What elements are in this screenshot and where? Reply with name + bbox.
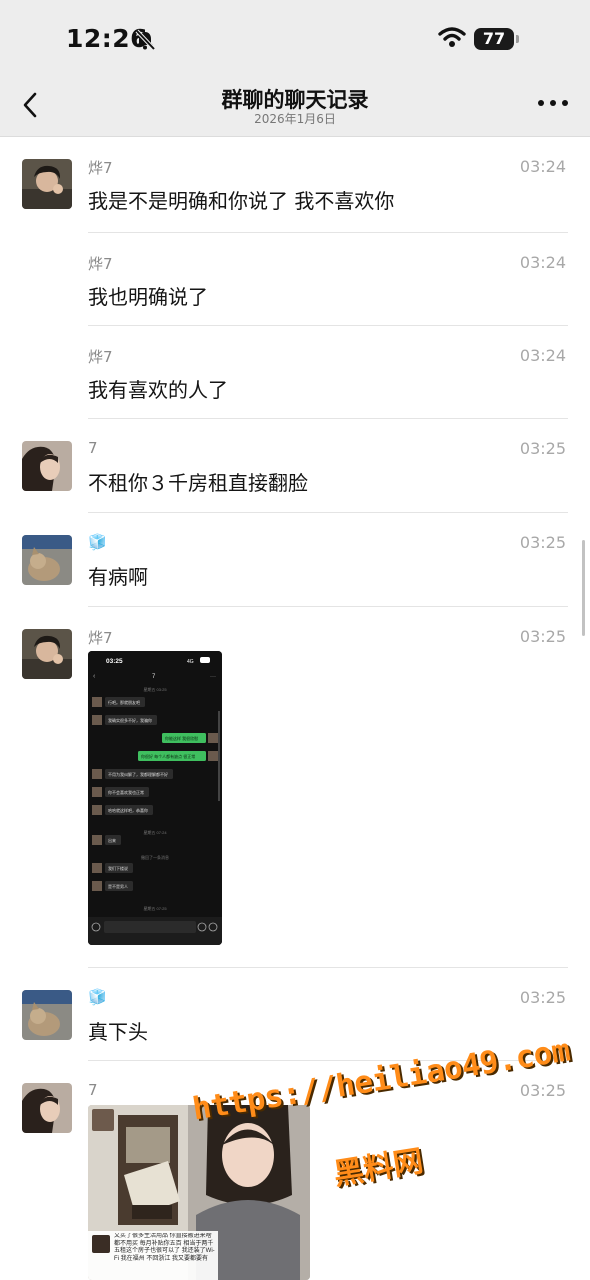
- avatar-7[interactable]: [22, 1083, 72, 1133]
- shot-bubble-text: 我确实很多不好，我骗你: [108, 717, 152, 723]
- shot-notice: 撤回了一条消息: [141, 854, 169, 860]
- avatar-ice[interactable]: [22, 535, 72, 585]
- wifi-icon: [438, 27, 466, 47]
- more-dots-icon[interactable]: [536, 93, 570, 113]
- message-sender: 烨7: [88, 255, 113, 273]
- shot-bubble-text: 你不会喜欢我也正常: [108, 789, 144, 795]
- chat-screenshot-image[interactable]: 03:25 4G ‹ 7 ··· 星期五 03:25 行吧。那就朋友吧 我确实很多…: [88, 651, 222, 945]
- shot-signal: 4G: [187, 659, 194, 665]
- message-time: 03:24: [519, 346, 566, 365]
- message-time: 03:24: [519, 157, 566, 176]
- message-text: 我是不是明确和你说了 我不喜欢你: [88, 189, 395, 213]
- room-photo-image[interactable]: 又买了很多生活用品 你直接搬进来啥都不用买 每月补贴你五百 相当于两千五租这个房…: [88, 1105, 310, 1280]
- shot-bubble-text: 行吧。那就朋友吧: [108, 699, 140, 705]
- message-text: 有病啊: [88, 565, 148, 589]
- message-time: 03:25: [519, 533, 566, 552]
- message-time: 03:24: [519, 253, 566, 272]
- message-text: 不租你３千房租直接翻脸: [88, 471, 308, 495]
- page-subtitle: 2026年1月6日: [254, 112, 336, 126]
- shot-avatar: [92, 697, 102, 707]
- shot-bubble-text: 你能这样 我很欣慰: [165, 735, 198, 741]
- message-sender: 🧊: [88, 988, 107, 1006]
- message-sender: 🧊: [88, 533, 107, 551]
- shot-bubble-text: 我们下楼说: [108, 865, 128, 871]
- message-item[interactable]: 烨7 03:24 我是不是明确和你说了 我不喜欢你: [0, 137, 590, 233]
- avatar-ye7[interactable]: [22, 629, 72, 679]
- message-time: 03:25: [519, 1081, 566, 1100]
- shot-avatar: [92, 715, 102, 725]
- message-text: 我有喜欢的人了: [88, 378, 228, 402]
- svg-text:···: ···: [210, 674, 216, 680]
- battery-icon: 77: [474, 28, 519, 50]
- message-text: 真下头: [88, 1020, 148, 1044]
- message-time: 03:25: [519, 627, 566, 646]
- scrollbar[interactable]: [582, 540, 585, 636]
- avatar-ice[interactable]: [22, 990, 72, 1040]
- message-sender: 7: [88, 1081, 98, 1099]
- message-sender: 7: [88, 439, 98, 457]
- message-sender: 烨7: [88, 629, 113, 647]
- bell-slash-icon: [135, 29, 156, 51]
- message-item[interactable]: 7 03:25 不租你３千房租直接翻脸: [0, 419, 590, 513]
- shot-time: 03:25: [106, 658, 123, 665]
- shot-avatar: [208, 751, 218, 761]
- photo-caption: 又买了很多生活用品 你直接搬进来啥都不用买 每月补贴你五百 相当于两千五租这个房…: [114, 1233, 215, 1262]
- room-photo-svg: 又买了很多生活用品 你直接搬进来啥都不用买 每月补贴你五百 相当于两千五租这个房…: [88, 1105, 310, 1280]
- message-time: 03:25: [519, 988, 566, 1007]
- message-sender: 烨7: [88, 348, 113, 366]
- shot-avatar: [92, 769, 102, 779]
- shot-bubble-text: 你很好 每个人都有缺点 很正常: [141, 753, 195, 759]
- shot-bubble-text: 不用为我纠解了，我都理解都不好: [108, 771, 168, 777]
- avatar-ye7[interactable]: [22, 159, 72, 209]
- message-text: 我也明确说了: [88, 285, 208, 309]
- message-sender: 烨7: [88, 159, 113, 177]
- shot-bubble-text: 是不是男人: [108, 883, 128, 889]
- message-item[interactable]: 烨7 03:24 我也明确说了: [0, 233, 590, 326]
- status-bar: 12:26 77: [0, 0, 590, 78]
- shot-bubble-text: 哈哈就这样吧，恭喜你: [108, 807, 148, 813]
- shot-avatar: [208, 733, 218, 743]
- shot-stamp: 星期五 03:25: [143, 686, 167, 692]
- message-item[interactable]: 烨7 03:24 我有喜欢的人了: [0, 326, 590, 419]
- avatar-7[interactable]: [22, 441, 72, 491]
- nav-bar: 群聊的聊天记录 2026年1月6日: [0, 78, 590, 137]
- shot-avatar: [92, 863, 102, 873]
- shot-avatar: [92, 835, 102, 845]
- shot-bubble-text: 出来: [108, 837, 116, 843]
- shot-avatar: [92, 787, 102, 797]
- shot-avatar: [92, 881, 102, 891]
- chat-screenshot-svg: 03:25 4G ‹ 7 ··· 星期五 03:25 行吧。那就朋友吧我确实很多…: [88, 651, 222, 945]
- message-time: 03:25: [519, 439, 566, 458]
- shot-avatar: [92, 805, 102, 815]
- shot-stamp: 星期五 07:25: [143, 905, 167, 911]
- shot-stamp: 星期五 07:24: [143, 829, 167, 835]
- message-item[interactable]: 🧊 03:25 有病啊: [0, 513, 590, 607]
